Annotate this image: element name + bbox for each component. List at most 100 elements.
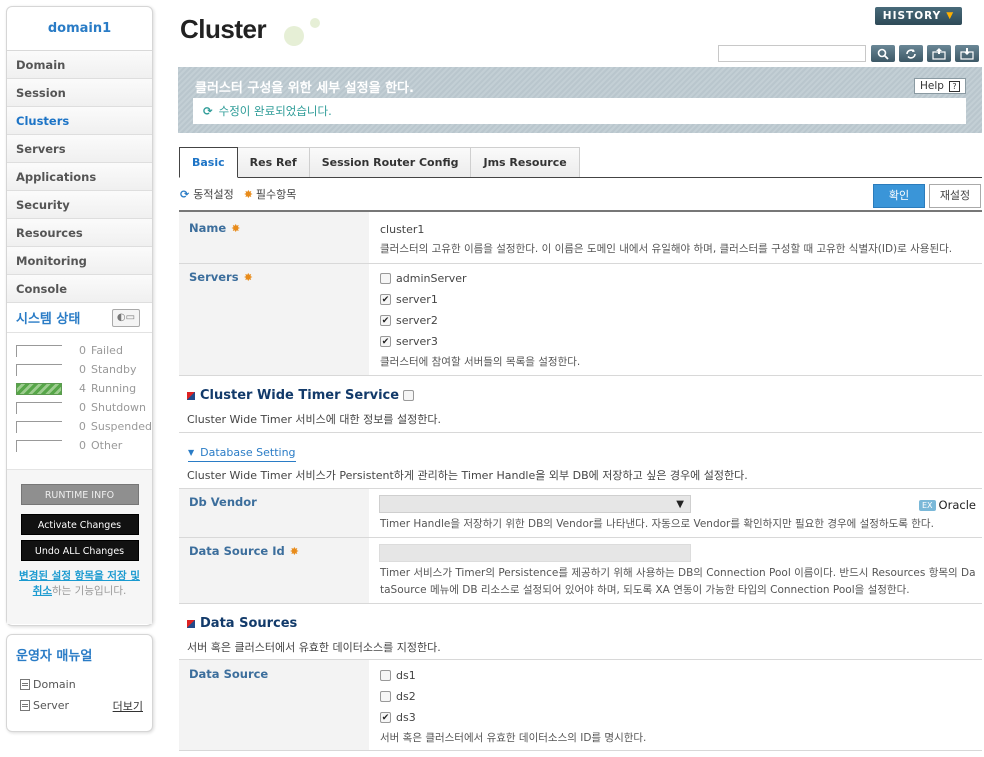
status-count: 0 — [79, 363, 86, 376]
db-vendor-description: Timer Handle을 저장하기 위한 DB의 Vendor를 나타낸다. … — [380, 518, 934, 530]
status-running: 4 Running — [16, 379, 152, 398]
sidebar-item-security[interactable]: Security — [7, 191, 152, 219]
required-icon: ✸ — [243, 187, 253, 201]
status-bar — [16, 363, 62, 376]
timer-checkbox[interactable] — [403, 390, 415, 401]
checkbox-checked[interactable]: ✔ — [380, 712, 391, 723]
checkbox-checked[interactable]: ✔ — [380, 294, 391, 305]
status-label: Standby — [91, 363, 137, 376]
db-vendor-select[interactable]: ▼ — [379, 495, 691, 513]
data-source-id-description-2: taSource 메뉴에 DB 리소스로 설정되어 있어야 하며, 되도록 XA… — [380, 584, 910, 596]
status-bar — [16, 420, 62, 433]
refresh-icon[interactable] — [899, 45, 923, 62]
undo-all-changes-button[interactable]: Undo ALL Changes — [20, 540, 139, 561]
help-button[interactable]: Help ? — [914, 78, 966, 94]
server-option-adminserver[interactable]: adminServer — [380, 272, 467, 285]
divider — [179, 750, 982, 751]
db-vendor-example: EX Oracle — [919, 498, 976, 512]
checkbox[interactable] — [380, 273, 391, 284]
success-message-text: 수정이 완료되었습니다. — [218, 104, 332, 118]
divider — [179, 375, 982, 376]
search-icon[interactable] — [871, 45, 895, 62]
status-count: 0 — [79, 401, 86, 414]
database-setting-description: Cluster Wide Timer 서비스가 Persistent하게 관리하… — [187, 469, 748, 482]
manual-title: 운영자 매뉴얼 — [16, 649, 93, 664]
status-standby: 0 Standby — [16, 360, 152, 379]
tab-basic[interactable]: Basic — [179, 147, 238, 178]
servers-description: 클러스터에 참여할 서버들의 목록을 설정한다. — [380, 356, 581, 368]
activate-changes-button[interactable]: Activate Changes — [20, 514, 139, 535]
data-source-option-ds3[interactable]: ✔ ds3 — [380, 711, 416, 724]
triangle-down-icon: ▼ — [188, 448, 195, 457]
status-label: Suspended — [90, 420, 152, 433]
search-input[interactable] — [718, 45, 866, 62]
data-source-label: Data Source — [189, 667, 269, 681]
history-button[interactable]: HISTORY ▼ — [875, 7, 962, 25]
manual-item-server[interactable]: Server 더보기 — [16, 695, 143, 716]
server-option-server2[interactable]: ✔ server2 — [380, 314, 438, 327]
tab-jms-resource[interactable]: Jms Resource — [470, 147, 580, 178]
manual-item-domain[interactable]: Domain — [16, 674, 143, 695]
runtime-info-button[interactable]: RUNTIME INFO — [20, 484, 139, 505]
status-list: 0 Failed 0 Standby 4 Running 0 Shutdown … — [7, 333, 152, 461]
more-link[interactable]: 더보기 — [113, 698, 143, 714]
database-setting-toggle[interactable]: ▼ Database Setting — [188, 446, 296, 462]
status-count: 0 — [78, 420, 86, 433]
import-icon[interactable] — [955, 45, 979, 62]
checkbox[interactable] — [380, 670, 391, 681]
tab-res-ref[interactable]: Res Ref — [236, 147, 310, 178]
document-icon — [20, 679, 30, 690]
status-label: Shutdown — [91, 401, 146, 414]
status-bar — [16, 344, 62, 357]
runtime-note: 변경된 설정 항목을 저장 및 취소하는 기능입니다. — [17, 569, 142, 599]
dropdown-arrow-icon: ▼ — [676, 498, 684, 510]
status-bar — [16, 401, 62, 414]
status-count: 4 — [79, 382, 86, 395]
manual-panel: 운영자 매뉴얼 Domain Server 더보기 — [6, 634, 153, 732]
tab-session-router-config[interactable]: Session Router Config — [308, 147, 472, 178]
server-option-server3[interactable]: ✔ server3 — [380, 335, 438, 348]
reset-button[interactable]: 재설정 — [929, 184, 981, 208]
banner-title: 클러스터 구성을 위한 세부 설정을 한다. — [195, 81, 414, 96]
sidebar-item-applications[interactable]: Applications — [7, 163, 152, 191]
sidebar-item-monitoring[interactable]: Monitoring — [7, 247, 152, 275]
required-label: 필수항목 — [255, 188, 297, 201]
checkbox-checked[interactable]: ✔ — [380, 315, 391, 326]
status-label: Running — [91, 382, 137, 395]
sidebar-item-domain[interactable]: Domain — [7, 51, 152, 79]
checkbox[interactable] — [380, 691, 391, 702]
server-option-server1[interactable]: ✔ server1 — [380, 293, 438, 306]
page-title: Cluster — [180, 14, 267, 44]
example-badge: EX — [919, 499, 936, 511]
sidebar-item-clusters[interactable]: Clusters — [7, 107, 152, 135]
sidebar-item-servers[interactable]: Servers — [7, 135, 152, 163]
manual-item-label: Domain — [33, 678, 76, 691]
section-icon — [187, 619, 195, 628]
sidebar-item-resources[interactable]: Resources — [7, 219, 152, 247]
question-icon: ? — [948, 80, 960, 92]
system-status-header: 시스템 상태 ◐▭ — [7, 303, 152, 333]
sidebar-item-session[interactable]: Session — [7, 79, 152, 107]
monitor-icon[interactable]: ◐▭ — [112, 308, 140, 327]
data-source-id-input[interactable] — [379, 544, 691, 562]
decorative-circle — [310, 18, 320, 28]
data-source-option-ds1[interactable]: ds1 — [380, 669, 416, 682]
domain-title[interactable]: domain1 — [7, 7, 152, 51]
sidebar-item-console[interactable]: Console — [7, 275, 152, 303]
checkbox-checked[interactable]: ✔ — [380, 336, 391, 347]
confirm-button[interactable]: 확인 — [873, 184, 925, 208]
status-bar — [16, 439, 62, 452]
export-icon[interactable] — [927, 45, 951, 62]
required-icon: ✸ — [289, 545, 299, 558]
divider — [179, 432, 982, 433]
info-banner: 클러스터 구성을 위한 세부 설정을 한다. Help ? ⟳ 수정이 완료되었… — [178, 67, 982, 133]
required-icon: ✸ — [231, 222, 241, 235]
servers-label: Servers ✸ — [189, 270, 253, 284]
data-source-option-ds2[interactable]: ds2 — [380, 690, 416, 703]
data-sources-description: 서버 혹은 클러스터에서 유효한 데이터소스를 지정한다. — [187, 641, 441, 654]
name-label: Name ✸ — [189, 221, 241, 235]
status-failed: 0 Failed — [16, 341, 152, 360]
success-message: ⟳ 수정이 완료되었습니다. — [193, 98, 966, 124]
system-status-title: 시스템 상태 — [16, 312, 81, 327]
sidebar: domain1 Domain Session Clusters Servers … — [6, 6, 153, 732]
